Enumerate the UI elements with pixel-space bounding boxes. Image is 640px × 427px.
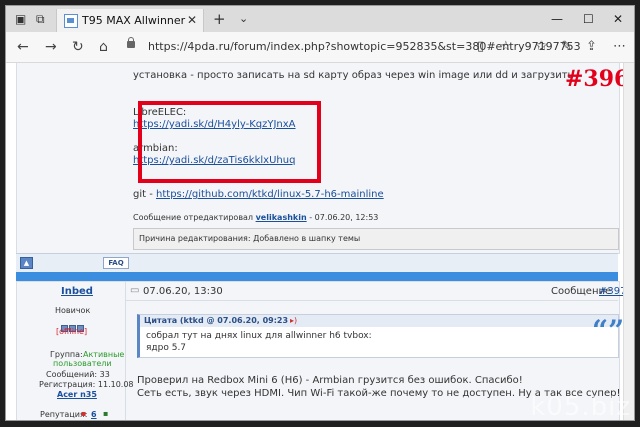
author-device-link[interactable]: Acer n35 [57,390,97,399]
quote-block: Цитата (ktkd @ 07.06.20, 09:23 ▸) “” соб… [137,314,623,358]
registration-date: Регистрация: 11.10.08 [39,380,134,389]
git-link[interactable]: https://github.com/ktkd/linux-5.7-h6-mai… [156,189,384,200]
vertical-scrollbar[interactable] [623,63,634,420]
edited-by-link[interactable]: velikashkin [256,213,307,222]
lock-icon [127,37,135,48]
refresh-icon[interactable]: ↻ [72,39,84,55]
edited-prefix: Сообщение отредактировал [133,213,254,222]
post-separator [16,272,618,281]
set-aside-tabs-icon[interactable]: ⧉ [36,13,45,25]
message-count: Сообщений: 33 [46,370,110,379]
tab-title: T95 MAX Allwinner H6 | [82,14,186,27]
git-line: git - https://github.com/ktkd/linux-5.7-… [133,189,384,200]
post-number-annotation: #396 [565,66,623,92]
quote-line-1: собрал тут на днях linux для allwinner h… [146,331,372,341]
quote-line-2: ядро 5.7 [146,343,187,353]
group-value-2: пользователи [53,359,112,368]
close-window-icon[interactable]: ✕ [613,12,623,26]
forward-icon[interactable]: → [45,39,57,55]
author-panel: Inbed Новичок [offline] Группа: Активные… [17,282,134,420]
url-text[interactable]: https://4pda.ru/forum/index.php?showtopi… [148,40,581,53]
notes-pen-icon[interactable]: ✎ [561,39,572,54]
tab-actions-icon[interactable]: ▣ [15,13,26,25]
favorite-star-icon[interactable]: ☆ [500,39,512,54]
author-name[interactable]: Inbed [61,286,93,297]
git-prefix: git - [133,189,157,200]
reputation-value[interactable]: 6 [91,410,97,419]
edited-note: Сообщение отредактировал velikashkin - 0… [133,213,378,222]
group-label: Группа: [50,350,83,359]
browser-window: ▣ ⧉ T95 MAX Allwinner H6 | ✕ + ⌄ — ☐ ✕ ←… [5,5,635,421]
group-value-1: Активные [83,350,125,359]
quote-author: Цитата (ktkd @ 07.06.20, 09:23 [144,316,289,325]
minimize-icon[interactable]: — [551,12,563,26]
post-date: 07.06.20, 13:30 [143,286,223,297]
watermark: k05.biz [530,392,631,422]
post-body-line-1: Проверил на Redbox Mini 6 (H6) - Armbian… [137,375,523,386]
reputation-minus-icon[interactable]: ▪ [81,409,86,418]
more-menu-icon[interactable]: ⋯ [613,39,626,54]
favorites-hub-icon[interactable]: ✩ [536,39,547,54]
post-permalink[interactable]: #397 [599,286,623,297]
post-toolbar: ▲ FAQ [16,253,618,273]
share-icon[interactable]: ⇪ [586,39,597,54]
home-icon[interactable]: ⌂ [99,39,108,55]
tab-preview-chevron-icon[interactable]: ⌄ [239,12,248,25]
highlight-box [138,101,321,183]
edited-suffix: - 07.06.20, 12:53 [309,213,379,222]
post-doc-icon: ▭ [130,285,140,296]
online-status: [offline] [56,327,88,336]
address-bar[interactable]: https://4pda.ru/forum/index.php?showtopi… [123,35,581,58]
scroll-up-button[interactable]: ▲ [20,257,33,269]
tab-bar: ▣ ⧉ T95 MAX Allwinner H6 | ✕ + ⌄ — ☐ ✕ [6,6,634,32]
quote-jump-icon[interactable]: ▸) [290,316,297,325]
close-tab-icon[interactable]: ✕ [187,13,197,27]
post-header: ▭ 07.06.20, 13:30 Сообщение #397 [126,282,623,301]
page-content: установка - просто записать на sd карту … [6,63,623,420]
quote-header: Цитата (ktkd @ 07.06.20, 09:23 ▸) [140,315,618,327]
forum-post-396: установка - просто записать на sd карту … [16,63,623,254]
reading-view-icon[interactable]: ▯ [477,39,484,54]
faq-button[interactable]: FAQ [103,257,129,269]
install-instructions: установка - просто записать на sd карту … [133,70,574,81]
navigation-bar: ← → ↻ ⌂ https://4pda.ru/forum/index.php?… [6,32,634,63]
edit-reason-box: Причина редактирования: Добавлено в шапк… [133,228,619,250]
new-tab-icon[interactable]: + [213,10,226,28]
reputation-plus-icon[interactable]: ▪ [103,409,108,418]
tab-active[interactable]: T95 MAX Allwinner H6 | ✕ [56,9,204,32]
author-rank: Новичок [55,306,91,315]
maximize-icon[interactable]: ☐ [583,12,594,26]
site-favicon-icon [64,14,78,28]
back-icon[interactable]: ← [17,39,29,55]
edit-reason-text: Причина редактирования: Добавлено в шапк… [139,234,361,243]
quote-marks-icon: “” [592,314,623,347]
